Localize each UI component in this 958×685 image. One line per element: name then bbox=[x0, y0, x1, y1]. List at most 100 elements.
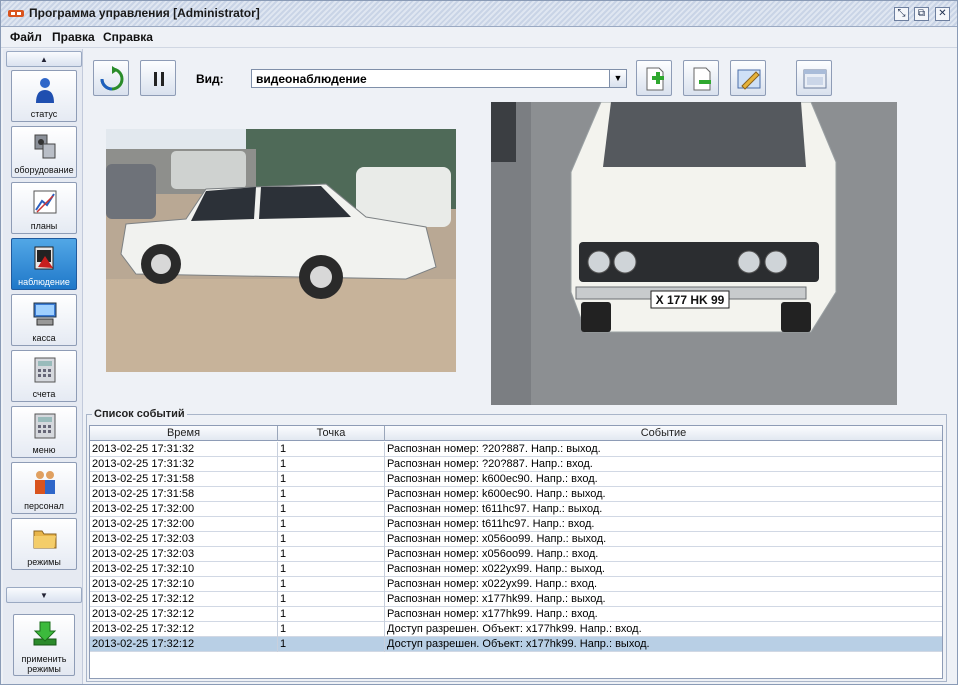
cell-point: 1 bbox=[278, 517, 385, 532]
sidebar-item-cash-register[interactable]: касса bbox=[11, 294, 77, 346]
cell-point: 1 bbox=[278, 592, 385, 607]
cell-event: Распознан номер: x177hk99. Напр.: вход. bbox=[387, 608, 598, 620]
sidebar: ▲ статус оборудование планы наблюдение к… bbox=[3, 49, 83, 684]
sidebar-scroll-down-button[interactable]: ▼ bbox=[6, 587, 82, 603]
sidebar-item-plans[interactable]: планы bbox=[11, 182, 77, 234]
remove-page-icon bbox=[693, 67, 711, 91]
sidebar-item-accounts[interactable]: счета bbox=[11, 350, 77, 402]
table-row[interactable]: 2013-02-25 17:32:12 1 Распознан номер: x17… bbox=[90, 592, 942, 607]
table-row[interactable]: 2013-02-25 17:32:03 1 Распознан номер: x05… bbox=[90, 547, 942, 562]
events-table[interactable]: Время Точка Событие 2013-02-25 17:31:32 1… bbox=[89, 425, 943, 679]
menu-help[interactable]: Справка bbox=[103, 30, 153, 44]
sidebar-item-label: статус bbox=[30, 109, 58, 119]
table-row[interactable]: 2013-02-25 17:32:00 1 Распознан номер: t61… bbox=[90, 502, 942, 517]
table-row[interactable]: 2013-02-25 17:31:32 1 Распознан номер: ?20… bbox=[90, 457, 942, 472]
sidebar-item-surveillance[interactable]: наблюдение bbox=[11, 238, 77, 290]
column-header-point[interactable]: Точка bbox=[278, 426, 385, 441]
cell-event: Распознан номер: k600ec90. Напр.: выход. bbox=[387, 488, 606, 500]
table-row[interactable]: 2013-02-25 17:32:10 1 Распознан номер: x02… bbox=[90, 577, 942, 592]
cash-register-icon bbox=[33, 302, 57, 326]
sidebar-item-staff[interactable]: персонал bbox=[11, 462, 77, 514]
table-row[interactable]: 2013-02-25 17:31:58 1 Распознан номер: k60… bbox=[90, 487, 942, 502]
cell-event: Доступ разрешен. Объект: x177hk99. Напр.… bbox=[387, 623, 642, 635]
table-row[interactable]: 2013-02-25 17:32:10 1 Распознан номер: x02… bbox=[90, 562, 942, 577]
app-window: Программа управления [Administrator] ⤡ ⧉… bbox=[0, 0, 958, 685]
cell-point: 1 bbox=[278, 532, 385, 547]
sidebar-item-equipment[interactable]: оборудование bbox=[11, 126, 77, 178]
cell-event: Распознан номер: ?20?887. Напр.: вход. bbox=[387, 458, 593, 470]
cell-time: 2013-02-25 17:32:12 bbox=[90, 592, 278, 607]
sidebar-item-modes[interactable]: режимы bbox=[11, 518, 77, 570]
table-row[interactable]: 2013-02-25 17:31:58 1 Распознан номер: k60… bbox=[90, 472, 942, 487]
cell-time: 2013-02-25 17:31:32 bbox=[90, 457, 278, 472]
edit-view-button[interactable] bbox=[730, 60, 766, 96]
apply-modes-button[interactable]: применить режимы bbox=[13, 614, 75, 676]
view-select-value: видеонаблюдение bbox=[256, 72, 367, 86]
cell-point: 1 bbox=[278, 442, 385, 457]
table-row[interactable]: 2013-02-25 17:32:12 1 Доступ разрешен. Объ… bbox=[90, 637, 942, 652]
menu-calculator-icon bbox=[34, 413, 56, 439]
cell-point: 1 bbox=[278, 562, 385, 577]
title-bar[interactable]: Программа управления [Administrator] ⤡ ⧉… bbox=[1, 1, 957, 27]
cell-time: 2013-02-25 17:32:12 bbox=[90, 637, 278, 652]
add-page-icon bbox=[646, 67, 664, 91]
cell-event: Распознан номер: k600ec90. Напр.: вход. bbox=[387, 473, 598, 485]
cell-time: 2013-02-25 17:32:10 bbox=[90, 577, 278, 592]
maximize-icon[interactable]: ⧉ bbox=[914, 7, 929, 21]
minimize-icon[interactable]: ⤡ bbox=[894, 7, 909, 21]
menu-edit[interactable]: Правка bbox=[52, 30, 95, 44]
table-row[interactable]: 2013-02-25 17:31:32 1 Распознан номер: ?20… bbox=[90, 442, 942, 457]
cell-event: Распознан номер: x056oo99. Напр.: выход. bbox=[387, 533, 607, 545]
menu-file[interactable]: Файл bbox=[10, 30, 42, 44]
cell-event: Доступ разрешен. Объект: x177hk99. Напр.… bbox=[387, 638, 650, 650]
cell-point: 1 bbox=[278, 502, 385, 517]
table-row[interactable]: 2013-02-25 17:32:03 1 Распознан номер: x05… bbox=[90, 532, 942, 547]
camera-view-1[interactable] bbox=[106, 129, 456, 372]
edit-pencil-icon bbox=[737, 69, 761, 90]
cell-point: 1 bbox=[278, 637, 385, 652]
refresh-icon bbox=[100, 66, 124, 91]
cell-event: Распознан номер: x177hk99. Напр.: выход. bbox=[387, 593, 606, 605]
sidebar-item-status[interactable]: статус bbox=[11, 70, 77, 122]
cell-event: Распознан номер: t611hc97. Напр.: выход. bbox=[387, 503, 603, 515]
surveillance-icon bbox=[34, 246, 54, 270]
close-icon[interactable]: ✕ bbox=[935, 7, 950, 21]
pause-button[interactable] bbox=[140, 60, 176, 96]
sidebar-item-label: планы bbox=[30, 221, 58, 231]
cell-time: 2013-02-25 17:31:32 bbox=[90, 442, 278, 457]
license-plate-text: X 177 HK 99 bbox=[656, 293, 725, 307]
cell-time: 2013-02-25 17:32:00 bbox=[90, 517, 278, 532]
table-row[interactable]: 2013-02-25 17:32:00 1 Распознан номер: t61… bbox=[90, 517, 942, 532]
cell-point: 1 bbox=[278, 577, 385, 592]
cell-time: 2013-02-25 17:32:03 bbox=[90, 532, 278, 547]
cell-point: 1 bbox=[278, 547, 385, 562]
sidebar-item-label: счета bbox=[32, 389, 56, 399]
sidebar-item-label: касса bbox=[32, 333, 56, 343]
cell-time: 2013-02-25 17:31:58 bbox=[90, 487, 278, 502]
app-logo-icon bbox=[8, 10, 24, 17]
events-table-header: Время Точка Событие bbox=[90, 426, 942, 441]
column-header-event[interactable]: Событие bbox=[385, 426, 942, 441]
cell-point: 1 bbox=[278, 622, 385, 637]
cell-time: 2013-02-25 17:32:12 bbox=[90, 607, 278, 622]
view-label: Вид: bbox=[196, 72, 224, 86]
column-header-time[interactable]: Время bbox=[90, 426, 278, 441]
events-title: Список событий bbox=[92, 408, 187, 420]
window-layout-button[interactable] bbox=[796, 60, 832, 96]
add-view-button[interactable] bbox=[636, 60, 672, 96]
menu-bar: Файл Правка Справка bbox=[1, 27, 957, 48]
sidebar-item-label: режимы bbox=[27, 557, 61, 567]
cell-time: 2013-02-25 17:32:10 bbox=[90, 562, 278, 577]
refresh-button[interactable] bbox=[93, 60, 129, 96]
view-select[interactable]: видеонаблюдение ▼ bbox=[251, 69, 627, 88]
chevron-down-icon[interactable]: ▼ bbox=[609, 70, 626, 87]
cell-time: 2013-02-25 17:32:00 bbox=[90, 502, 278, 517]
sidebar-item-menu[interactable]: меню bbox=[11, 406, 77, 458]
table-row[interactable]: 2013-02-25 17:32:12 1 Распознан номер: x17… bbox=[90, 607, 942, 622]
table-row[interactable]: 2013-02-25 17:32:12 1 Доступ разрешен. Объ… bbox=[90, 622, 942, 637]
camera-view-2[interactable]: X 177 HK 99 bbox=[491, 102, 897, 405]
cell-time: 2013-02-25 17:31:58 bbox=[90, 472, 278, 487]
sidebar-scroll-up-button[interactable]: ▲ bbox=[6, 51, 82, 67]
remove-view-button[interactable] bbox=[683, 60, 719, 96]
cell-time: 2013-02-25 17:32:03 bbox=[90, 547, 278, 562]
